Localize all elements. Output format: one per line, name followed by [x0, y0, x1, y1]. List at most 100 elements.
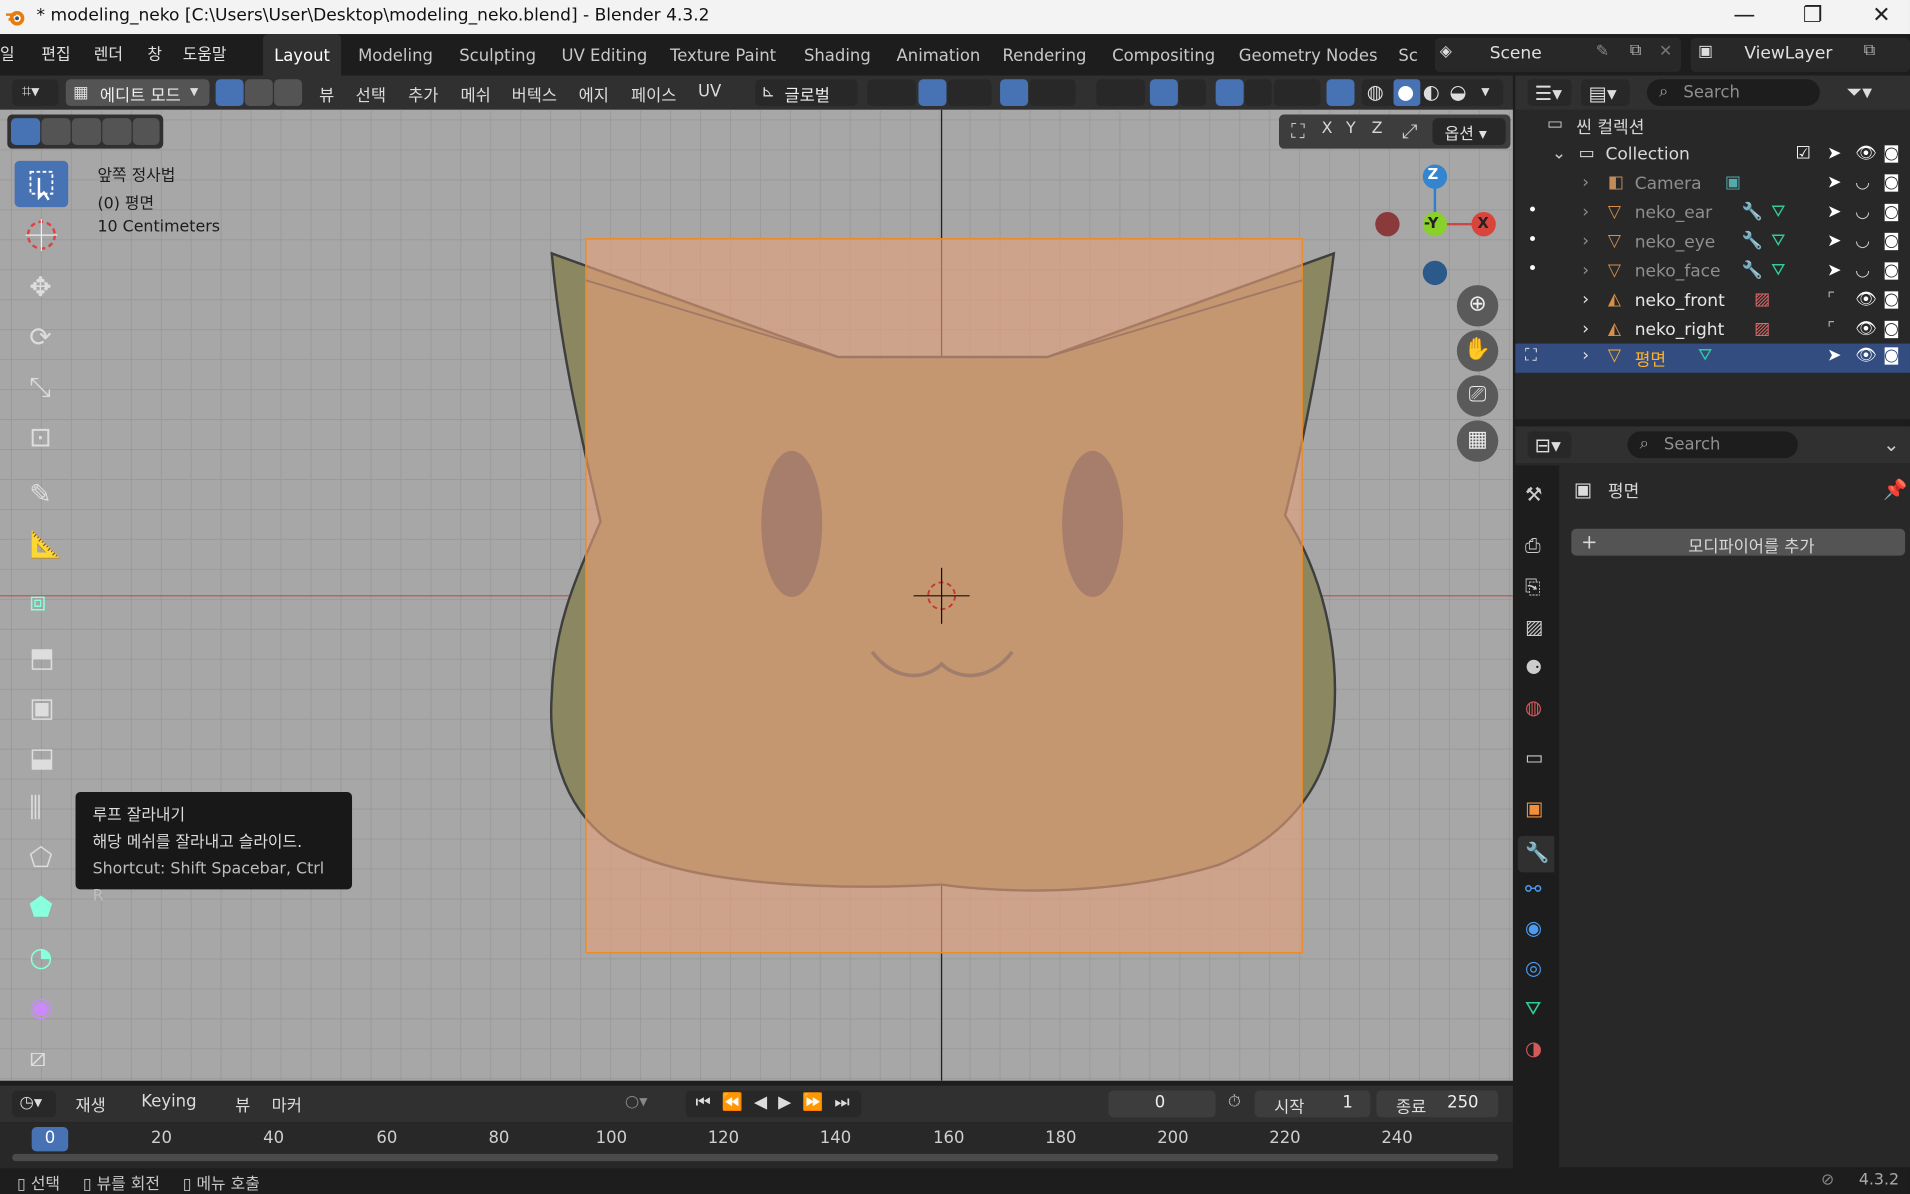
properties-editor-type[interactable]: ⊟▾ [1527, 431, 1572, 459]
rotate-tool[interactable]: ⟳ [15, 318, 69, 364]
face-select-button[interactable] [274, 79, 303, 107]
select-invert-button[interactable] [102, 118, 132, 145]
select-arrow-icon[interactable]: ➤ [1827, 346, 1841, 365]
chevron-right-icon[interactable]: › [1582, 231, 1589, 250]
eye-icon[interactable]: 👁 [1855, 290, 1877, 309]
playback-controls[interactable]: ⏮⏪◀▶⏩⏭ [685, 1090, 862, 1118]
mirror-z-toggle[interactable]: Z [1372, 119, 1383, 137]
transform-tool[interactable]: ⊡ [15, 418, 69, 464]
menu-face[interactable]: 페이스 [631, 82, 676, 106]
proportional-falloff-button[interactable] [1029, 79, 1076, 107]
object-tab-icon[interactable]: ▣ [1525, 797, 1549, 821]
menu-vertex[interactable]: 버텍스 [512, 82, 557, 106]
timeline-editor-type[interactable]: ◷▾ [12, 1090, 57, 1118]
scene-collection-row[interactable]: ▭ 씬 컬렉션 [1515, 111, 1910, 140]
shading-dropdown-icon[interactable]: ▾ [1481, 82, 1489, 101]
outliner-editor-type[interactable]: ☰▾ [1527, 79, 1572, 107]
editor-type-button[interactable]: ⌗▾ [12, 79, 59, 107]
workspace-tab-compositing[interactable]: Compositing [1101, 34, 1226, 75]
gizmo-dropdown-button[interactable] [1179, 79, 1206, 107]
camera-render-icon[interactable]: ◙ [1883, 144, 1900, 163]
camera-render-icon[interactable]: ◙ [1883, 231, 1900, 250]
start-frame-field[interactable]: 시작 1 [1254, 1090, 1371, 1118]
workspace-tab-layout[interactable]: Layout [263, 34, 341, 76]
minimize-button[interactable]: — [1733, 2, 1755, 28]
keying-menu[interactable]: Keying [141, 1092, 196, 1111]
menu-select[interactable]: 선택 [356, 82, 386, 106]
annotate-tool[interactable]: ✎ [15, 475, 69, 521]
chevron-right-icon[interactable]: › [1582, 202, 1589, 221]
view-layer-selector[interactable]: ▣ ViewLayer ⧉ [1690, 37, 1910, 72]
select-box-tool[interactable] [14, 160, 69, 208]
snap-target-button[interactable] [947, 79, 992, 107]
render-tab-icon[interactable]: ⎙ [1525, 534, 1549, 558]
zoom-view-button[interactable]: ⊕ [1456, 285, 1499, 327]
new-scene-icon[interactable]: ⧉ [1630, 41, 1641, 59]
pan-view-button[interactable]: ✋ [1456, 330, 1499, 372]
camera-render-icon[interactable]: ◙ [1883, 261, 1900, 280]
proportional-editing-button[interactable] [1000, 79, 1029, 107]
outliner-row-camera[interactable]: › ◧ Camera ▣ ➤ ◡ ◙ [1515, 171, 1910, 200]
select-disabled-icon[interactable]: ⌜ [1827, 319, 1835, 338]
menu-render[interactable]: 렌더 [94, 41, 123, 64]
menu-edit[interactable]: 편집 [41, 41, 70, 64]
menu-view[interactable]: 뷰 [319, 82, 334, 106]
outliner-row-neko-eye[interactable]: • › ▽ neko_eye 🔧 ⛛ ➤ ◡ ◙ [1515, 229, 1910, 258]
outliner-row-neko-right[interactable]: › ◭ neko_right ▨ ⌜ 👁 ◙ [1515, 317, 1910, 346]
add-modifier-button[interactable]: + 모디파이어를 추가 [1571, 528, 1906, 557]
workspace-tab-scripting[interactable]: Sc [1387, 34, 1428, 75]
auto-merge-icon[interactable]: ⤢ [1402, 119, 1418, 143]
playback-menu[interactable]: 재생 [76, 1092, 106, 1116]
rendered-shading-icon[interactable]: ◒ [1450, 80, 1467, 103]
select-arrow-icon[interactable]: ➤ [1827, 144, 1841, 163]
physics-tab-icon[interactable]: ◉ [1525, 916, 1549, 940]
timeline-view-menu[interactable]: 뷰 [235, 1092, 250, 1116]
camera-render-icon[interactable]: ◙ [1883, 319, 1900, 338]
eye-hidden-icon[interactable]: ◡ [1855, 202, 1870, 221]
poly-build-tool[interactable]: ⬟ [15, 888, 69, 934]
chevron-down-icon[interactable]: ⌄ [1883, 433, 1899, 456]
menu-edge[interactable]: 에지 [579, 82, 609, 106]
cursor-tool[interactable] [15, 212, 69, 258]
outliner-row-neko-ear[interactable]: • › ▽ neko_ear 🔧 ⛛ ➤ ◡ ◙ [1515, 200, 1910, 229]
select-arrow-icon[interactable]: ➤ [1827, 202, 1841, 221]
scene-selector[interactable]: ◈ Scene ✎ ⧉ ✕ [1434, 37, 1681, 72]
mirror-y-toggle[interactable]: Y [1346, 119, 1356, 137]
menu-help[interactable]: 도움말 [183, 41, 227, 64]
properties-search[interactable]: ⌕ Search [1627, 431, 1798, 459]
chevron-right-icon[interactable]: › [1582, 290, 1589, 309]
camera-render-icon[interactable]: ◙ [1883, 202, 1900, 221]
collection-tab-icon[interactable]: ▭ [1525, 746, 1549, 770]
mesh-edit-overlay-button[interactable] [1274, 79, 1321, 107]
menu-add[interactable]: 추가 [408, 82, 438, 106]
constraints-tab-icon[interactable]: ◎ [1525, 956, 1549, 980]
outliner-row-neko-face[interactable]: • › ▽ neko_face 🔧 ⛛ ➤ ◡ ◙ [1515, 258, 1910, 287]
eye-hidden-icon[interactable]: ◡ [1855, 173, 1870, 192]
menu-window[interactable]: 창 [147, 41, 162, 64]
workspace-tab-geometry-nodes[interactable]: Geometry Nodes [1228, 34, 1389, 75]
display-mode-button[interactable]: ▤▾ [1581, 79, 1630, 107]
pin-icon[interactable]: 📌 [1883, 478, 1907, 501]
select-disabled-icon[interactable]: ⌜ [1827, 290, 1835, 309]
transform-orientation-selector[interactable]: ⊾ 글로벌 [755, 79, 858, 107]
camera-render-icon[interactable]: ◙ [1883, 173, 1900, 192]
workspace-tab-texture-paint[interactable]: Texture Paint [659, 34, 787, 75]
eye-hidden-icon[interactable]: ◡ [1855, 231, 1870, 250]
spin-tool[interactable]: ◔ [15, 938, 69, 984]
tool-tab-icon[interactable]: ⚒ [1525, 482, 1549, 506]
options-dropdown[interactable]: 옵션 ▾ [1432, 118, 1506, 145]
select-arrow-icon[interactable]: ➤ [1827, 261, 1841, 280]
chevron-right-icon[interactable]: › [1582, 319, 1589, 338]
new-view-layer-icon[interactable]: ⧉ [1864, 41, 1875, 59]
exclude-checkbox[interactable]: ☑ [1795, 144, 1810, 163]
output-tab-icon[interactable]: ⎘ [1525, 575, 1549, 599]
data-tab-icon[interactable]: ⛛ [1525, 997, 1549, 1021]
current-frame-indicator[interactable]: 0 [31, 1127, 69, 1152]
measure-tool[interactable]: 📐 [15, 525, 69, 571]
material-shading-icon[interactable]: ◐ [1423, 80, 1440, 103]
marker-menu[interactable]: 마커 [272, 1092, 302, 1116]
outliner-search[interactable]: ⌕ Search [1646, 79, 1820, 107]
overlay-dropdown-button[interactable] [1244, 79, 1272, 107]
xray-toggle-button[interactable] [1326, 79, 1355, 107]
workspace-tab-rendering[interactable]: Rendering [992, 34, 1098, 75]
